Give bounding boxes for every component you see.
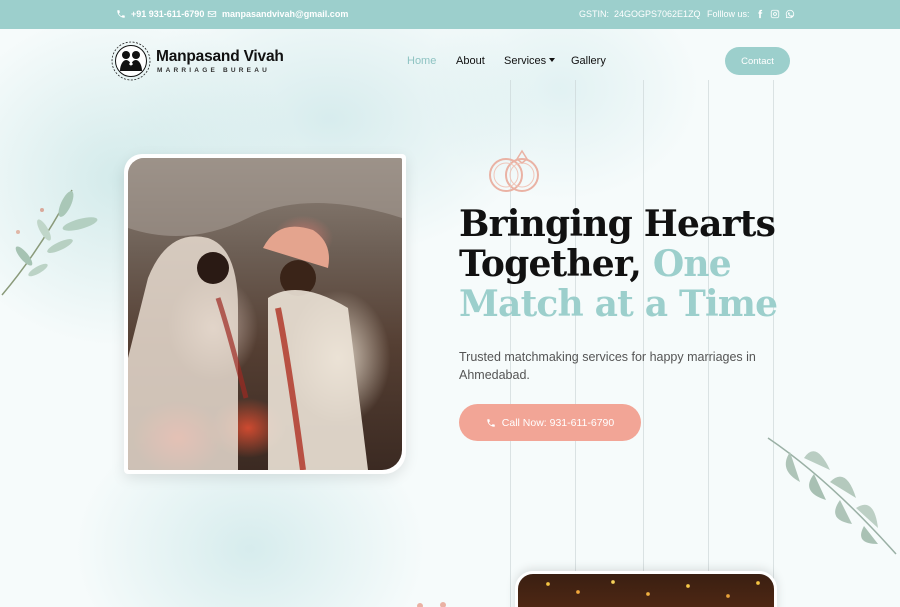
nav-about[interactable]: About [456, 55, 485, 67]
decorative-line [575, 80, 576, 607]
whatsapp-icon[interactable] [785, 9, 795, 19]
gstin-value: 24GOGPS7062E1ZQ [614, 9, 701, 19]
follow-label: Folllow us: [707, 9, 750, 19]
decorative-line [643, 80, 644, 607]
topbar-email-text: manpasandvivah@gmail.com [222, 9, 349, 19]
top-info-bar: +91 931-611-6790 manpasandvivah@gmail.co… [0, 0, 900, 29]
hero-photo-frame [124, 154, 406, 474]
heading-line-1: Bringing Hearts [459, 203, 776, 245]
topbar-phone[interactable]: +91 931-611-6790 [116, 9, 204, 19]
phone-icon [487, 418, 495, 427]
brand-subtitle: MARRIAGE BUREAU [157, 67, 270, 74]
topbar-social: Folllow us: [707, 9, 795, 19]
topbar-email[interactable]: manpasandvivah@gmail.com [207, 9, 348, 19]
phone-icon [117, 10, 125, 18]
caret-down-icon [549, 58, 556, 63]
leaf-branch-icon [1, 189, 98, 296]
palm-leaf-icon [767, 437, 897, 555]
brand-name: Manpasand Vivah [156, 48, 284, 65]
hero-tagline: Trusted matchmaking services for happy m… [459, 350, 756, 382]
nav-gallery[interactable]: Gallery [571, 55, 606, 67]
heading-line-2: Together, [459, 243, 642, 285]
heading-accent-2: Match at a Time [459, 283, 778, 325]
decorative-line [708, 80, 709, 607]
secondary-photo [515, 571, 777, 607]
wedding-couple-photo [128, 158, 402, 470]
hero-heading: Bringing Hearts Together, One Match at a… [459, 204, 779, 324]
nav-services[interactable]: Services [504, 55, 556, 67]
topbar-phone-text: +91 931-611-6790 [131, 9, 205, 19]
wedding-rings-icon [489, 149, 539, 192]
gstin-label: GSTIN: [579, 9, 610, 19]
nav-home[interactable]: Home [407, 55, 436, 67]
topbar-gstin: GSTIN: 24GOGPS7062E1ZQ [579, 9, 701, 19]
envelope-icon [207, 11, 217, 17]
instagram-icon[interactable] [770, 9, 780, 19]
contact-button[interactable]: Contact [725, 47, 790, 75]
site-logo[interactable]: Manpasand Vivah MARRIAGE BUREAU [110, 40, 284, 82]
call-now-button[interactable]: Call Now: 931-611-6790 [459, 404, 641, 441]
call-now-label: Call Now: 931-611-6790 [501, 416, 615, 429]
heading-accent-1: One [652, 243, 732, 285]
flower-decoration-icon [417, 602, 446, 607]
couple-emblem-icon [110, 40, 152, 82]
nav-services-label: Services [504, 55, 547, 67]
facebook-icon[interactable] [755, 9, 765, 19]
